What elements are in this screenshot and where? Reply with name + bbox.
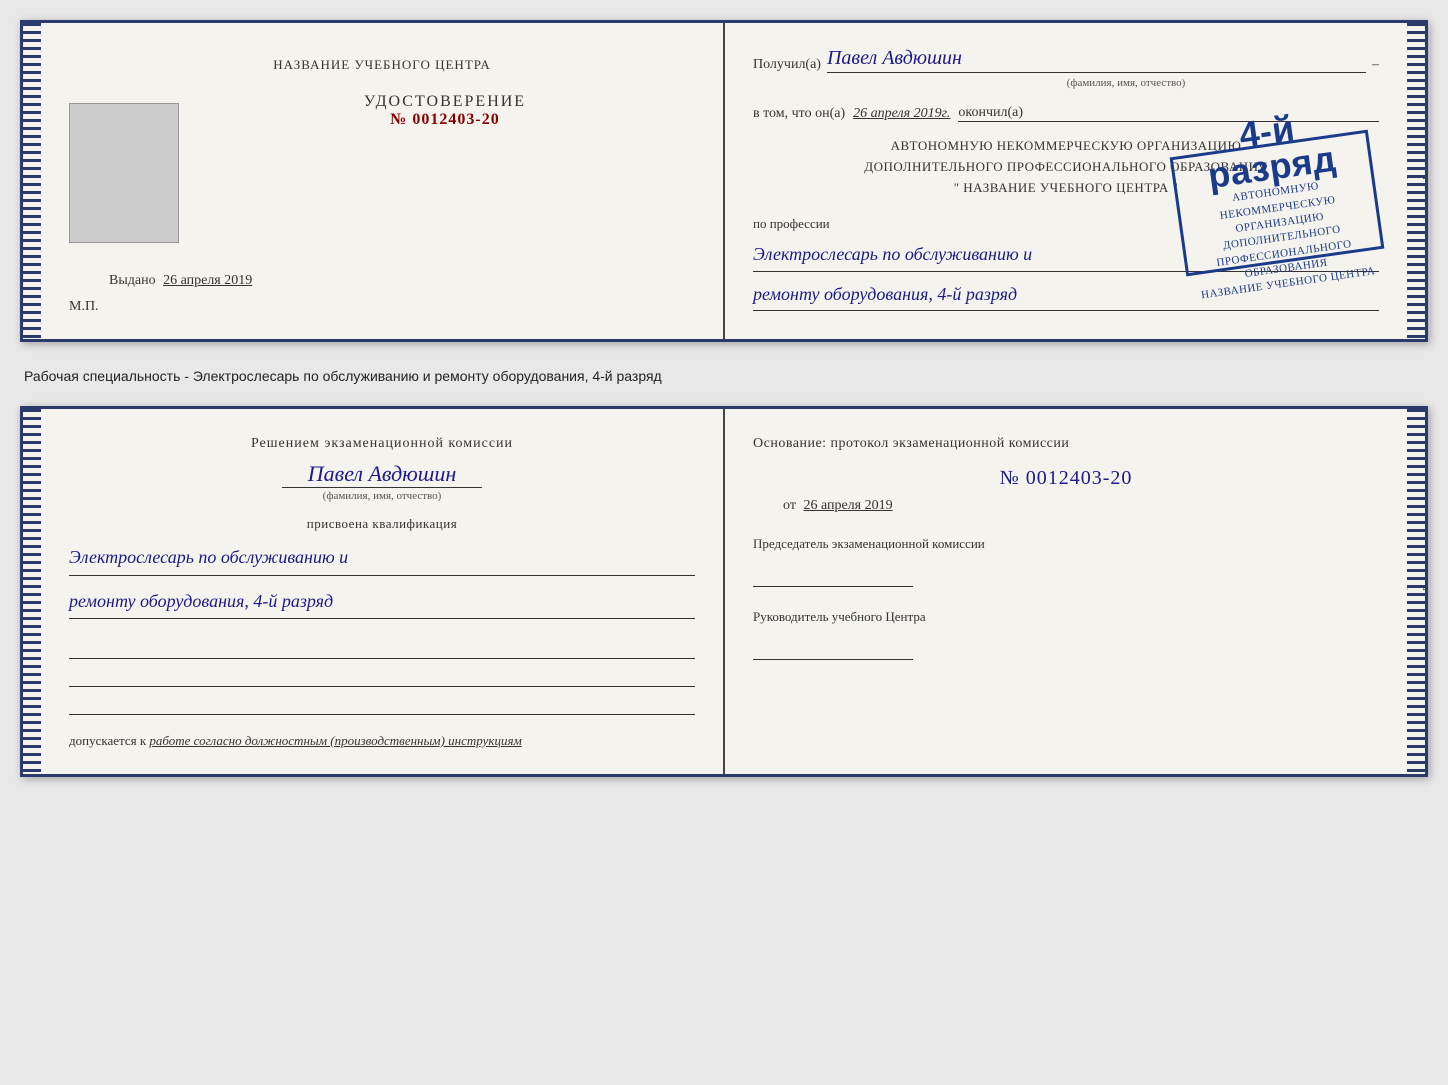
po-professii-label: по профессии bbox=[753, 216, 1379, 232]
org-line1: АВТОНОМНУЮ НЕКОММЕРЧЕСКУЮ ОРГАНИЗАЦИЮ bbox=[753, 136, 1379, 157]
poluchil-line: Получил(a) Павел Авдюшин – bbox=[753, 47, 1379, 73]
top-booklet-right: Получил(a) Павел Авдюшин – (фамилия, имя… bbox=[725, 23, 1407, 339]
sig-line-3 bbox=[69, 691, 695, 715]
predsedatel-sig-line bbox=[753, 565, 913, 587]
predsedatel-sig bbox=[753, 565, 1379, 587]
org-line2: ДОПОЛНИТЕЛЬНОГО ПРОФЕССИОНАЛЬНОГО ОБРАЗО… bbox=[753, 157, 1379, 178]
vydano-label: Выдано bbox=[109, 273, 156, 288]
ot-date: от 26 апреля 2019 bbox=[783, 498, 1379, 514]
sig-line-2 bbox=[69, 663, 695, 687]
predsedatel-label: Председатель экзаменационной комиссии bbox=[753, 534, 1379, 555]
top-booklet-left: НАЗВАНИЕ УЧЕБНОГО ЦЕНТРА УДОСТОВЕРЕНИЕ №… bbox=[41, 23, 725, 339]
signature-lines bbox=[69, 635, 695, 715]
rukovoditel-label: Руководитель учебного Центра bbox=[753, 607, 1379, 628]
udostoverenie-block: УДОСТОВЕРЕНИЕ № 0012403-20 bbox=[195, 93, 695, 129]
poluchil-name: Павел Авдюшин bbox=[827, 47, 1366, 73]
bottom-booklet: Решением экзаменационной комиссии Павел … bbox=[20, 406, 1428, 777]
profession-line1: Электрослесарь по обслуживанию и bbox=[753, 238, 1379, 271]
pavlov-name: Павел Авдюшин bbox=[69, 461, 695, 487]
poluchil-label: Получил(a) bbox=[753, 57, 821, 73]
vydano-date: 26 апреля 2019 bbox=[163, 273, 252, 288]
dash-1: – bbox=[1372, 57, 1379, 73]
dopuskaetsya-label: допускается к bbox=[69, 733, 146, 748]
org-block: АВТОНОМНУЮ НЕКОММЕРЧЕСКУЮ ОРГАНИЗАЦИЮ ДО… bbox=[753, 136, 1379, 198]
udostoverenie-title: УДОСТОВЕРЕНИЕ bbox=[195, 93, 695, 111]
vtom-label: в том, что он(а) bbox=[753, 106, 845, 122]
mp-label: М.П. bbox=[69, 299, 99, 315]
left-side-strip-bottom bbox=[23, 409, 41, 774]
rukovoditel-block: Руководитель учебного Центра bbox=[753, 607, 1379, 660]
vtom-date: 26 апреля 2019г. bbox=[853, 106, 950, 122]
resheniem-title: Решением экзаменационной комиссии bbox=[69, 433, 695, 455]
prisvoena-label: присвоена квалификация bbox=[69, 516, 695, 532]
fio-sub2: (фамилия, имя, отчество) bbox=[282, 487, 482, 502]
top-booklet: НАЗВАНИЕ УЧЕБНОГО ЦЕНТРА УДОСТОВЕРЕНИЕ №… bbox=[20, 20, 1428, 342]
dopuskaetsya-italic: работе согласно должностным (производств… bbox=[149, 733, 521, 748]
dopuskaetsya: допускается к работе согласно должностны… bbox=[69, 731, 695, 751]
sig-line-1 bbox=[69, 635, 695, 659]
middle-text: Рабочая специальность - Электрослесарь п… bbox=[20, 360, 1428, 388]
ot-label: от bbox=[783, 498, 796, 513]
vydano-line: Выдано 26 апреля 2019 bbox=[109, 273, 252, 289]
top-center-title: НАЗВАНИЕ УЧЕБНОГО ЦЕНТРА bbox=[273, 57, 490, 73]
osnovanie-title: Основание: протокол экзаменационной коми… bbox=[753, 433, 1379, 455]
profession-line2: ремонту оборудования, 4-й разряд bbox=[753, 278, 1379, 311]
predsedatel-block: Председатель экзаменационной комиссии bbox=[753, 534, 1379, 587]
bottom-booklet-left: Решением экзаменационной комиссии Павел … bbox=[41, 409, 725, 774]
rukovoditel-sig bbox=[753, 638, 1379, 660]
okonchil-label: окончил(а) bbox=[958, 105, 1379, 122]
udostoverenie-number: № 0012403-20 bbox=[195, 111, 695, 129]
vtom-line: в том, что он(а) 26 апреля 2019г. окончи… bbox=[753, 105, 1379, 122]
rukovoditel-sig-line bbox=[753, 638, 913, 660]
qualification-line1: Электрослесарь по обслуживанию и bbox=[69, 540, 695, 575]
stamp-text: 4-й разряд АВТОНОМНУЮ НЕКОММЕРЧЕСКУЮ ОРГ… bbox=[1176, 102, 1377, 305]
page-wrapper: НАЗВАНИЕ УЧЕБНОГО ЦЕНТРА УДОСТОВЕРЕНИЕ №… bbox=[20, 20, 1428, 777]
right-side-strip-bottom: –––иа←–––– bbox=[1407, 409, 1425, 774]
photo-placeholder bbox=[69, 103, 179, 243]
fio-subtitle-top: (фамилия, имя, отчество) bbox=[873, 77, 1379, 89]
bottom-booklet-right: Основание: протокол экзаменационной коми… bbox=[725, 409, 1407, 774]
ot-date-value: 26 апреля 2019 bbox=[803, 498, 892, 513]
left-side-strip bbox=[23, 23, 41, 339]
right-side-strip-top: –––иа←–––– bbox=[1407, 23, 1425, 339]
protocol-number: № 0012403-20 bbox=[753, 467, 1379, 490]
org-line3: " НАЗВАНИЕ УЧЕБНОГО ЦЕНТРА " bbox=[753, 178, 1379, 199]
qualification-line2: ремонту оборудования, 4-й разряд bbox=[69, 584, 695, 619]
